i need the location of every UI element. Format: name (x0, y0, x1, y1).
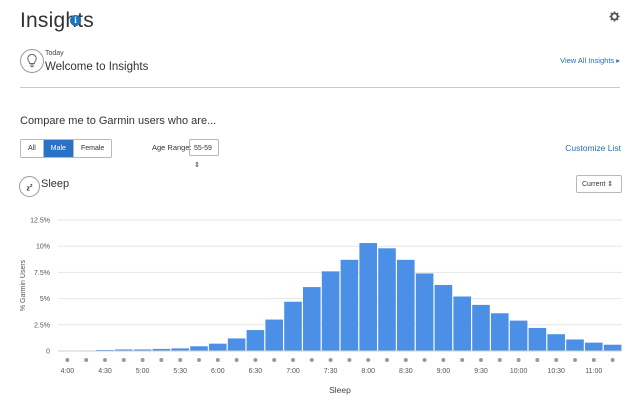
bar (434, 284, 453, 351)
y-axis-label: % Garmin Users (20, 259, 27, 311)
segment-female[interactable]: Female (73, 140, 112, 157)
bar (547, 334, 565, 351)
x-tick-dot (366, 358, 371, 362)
x-tick-dot (573, 358, 577, 362)
x-tick-label: 4:00 (61, 368, 75, 375)
x-tick-label: 10:30 (547, 368, 565, 375)
x-tick-dot (121, 358, 126, 362)
y-tick-label: 5% (40, 296, 50, 303)
info-icon[interactable]: i (70, 15, 81, 26)
x-tick-label: 5:00 (136, 368, 150, 375)
gear-icon[interactable] (609, 11, 620, 22)
x-tick-dot (403, 358, 408, 362)
x-tick-dot (103, 358, 107, 362)
bar (585, 342, 603, 351)
bar (246, 330, 265, 351)
x-tick-dot (84, 358, 89, 362)
card-eyebrow: Today (45, 50, 64, 57)
x-tick-dot (422, 358, 427, 362)
x-tick-label: 5:30 (173, 368, 187, 375)
bar (340, 259, 359, 351)
x-tick-dot (253, 358, 258, 362)
bar (378, 248, 396, 351)
x-tick-dot (347, 358, 352, 362)
x-tick-dot (479, 358, 483, 362)
bar (453, 296, 471, 351)
x-tick-label: 9:00 (437, 368, 451, 375)
x-tick-dot (291, 358, 295, 362)
x-tick-dot (328, 358, 333, 362)
segment-all[interactable]: All (21, 140, 44, 157)
bar (190, 346, 208, 351)
x-tick-label: 4:30 (98, 368, 112, 375)
x-tick-dot (460, 358, 465, 362)
x-tick-dot (535, 358, 540, 362)
bar (509, 320, 528, 351)
bar (472, 304, 490, 351)
bar (415, 273, 434, 351)
bar (397, 259, 415, 351)
x-tick-dot (159, 358, 164, 362)
x-tick-label: 11:00 (585, 368, 602, 375)
y-tick-label: 0 (46, 349, 50, 356)
bar (209, 343, 227, 351)
bar (265, 319, 283, 351)
x-tick-dot (591, 358, 596, 362)
segment-male[interactable]: Male (43, 140, 74, 157)
sleep-distribution-chart: 0 2.5% 5% 7.5% 10% 12.5% % Garmin Users 4:00 4:3… (20, 218, 622, 395)
x-tick-label: 8:00 (361, 368, 375, 375)
x-tick-dot (178, 358, 183, 362)
x-tick-label: 10:00 (510, 368, 528, 375)
page-title: Insights (20, 9, 94, 32)
card-title: Welcome to Insights (45, 61, 149, 73)
x-tick-label: 6:30 (249, 368, 263, 375)
bar (284, 301, 302, 351)
section-title: Sleep (41, 178, 70, 190)
x-tick-dot (140, 358, 145, 362)
x-tick-dot (441, 358, 446, 362)
x-tick-dot (385, 358, 389, 362)
x-tick-label: 9:30 (474, 368, 488, 375)
x-tick-dot (610, 358, 615, 362)
y-tick-label: 7.5% (34, 270, 50, 277)
divider (20, 87, 620, 88)
bar (566, 339, 584, 351)
x-tick-dot (309, 358, 314, 362)
zzz-icon: zz (19, 176, 40, 197)
gender-segmented-control: All Male Female (20, 139, 113, 158)
x-tick-dot (497, 358, 502, 362)
x-tick-dot (234, 358, 239, 362)
bar (528, 327, 547, 351)
bar (491, 313, 509, 351)
x-axis-label: Sleep (329, 385, 351, 395)
x-tick-dot (554, 358, 559, 362)
bar (603, 344, 622, 351)
bar (227, 338, 246, 351)
y-tick-label: 12.5% (30, 218, 50, 225)
x-tick-label: 8:30 (399, 368, 413, 375)
lightbulb-icon (20, 49, 44, 73)
x-tick-dot (215, 358, 220, 362)
x-tick-dot (272, 358, 277, 362)
x-tick-label: 7:00 (286, 368, 300, 375)
x-tick-label: 6:00 (211, 368, 225, 375)
customize-list-link[interactable]: Customize List (550, 143, 621, 153)
x-tick-dot (197, 358, 201, 362)
view-all-insights-link[interactable]: View All Insights ▸ (540, 56, 620, 65)
period-select[interactable]: Current ⇕ (576, 175, 622, 193)
compare-heading: Compare me to Garmin users who are... (20, 115, 217, 127)
x-tick-label: 7:30 (324, 368, 338, 375)
y-tick-label: 10% (36, 244, 50, 251)
age-range-select[interactable]: 55-59 ⇕ (189, 139, 219, 169)
y-tick-label: 2.5% (34, 322, 50, 329)
bar (303, 287, 321, 351)
x-tick-dot (65, 358, 70, 362)
x-tick-dot (516, 358, 521, 362)
age-range-label: Age Range: (152, 143, 192, 152)
bar (321, 271, 340, 351)
bar (359, 243, 377, 351)
